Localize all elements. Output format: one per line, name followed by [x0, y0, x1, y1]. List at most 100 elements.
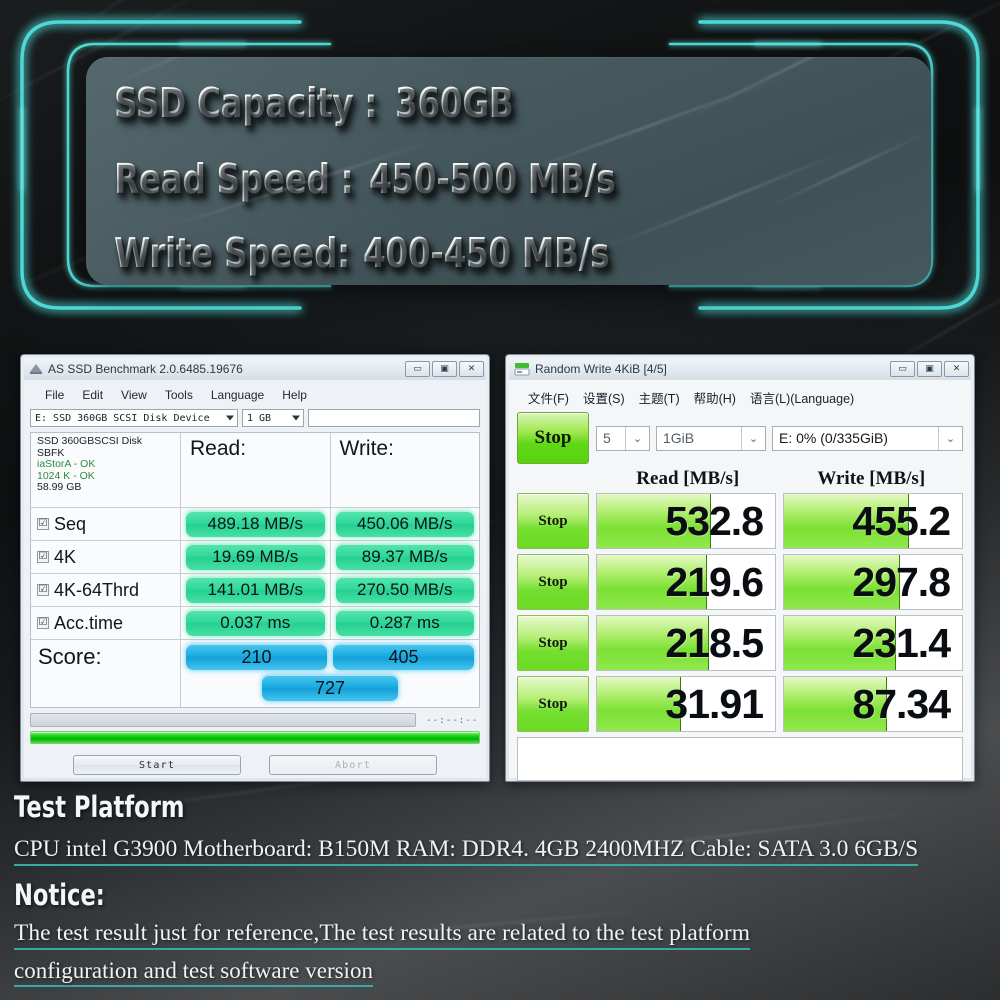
chevron-down-icon — [292, 415, 300, 421]
stop-button-4k-qd32[interactable]: Stop — [517, 615, 589, 671]
column-header-write: Write: — [339, 437, 394, 460]
cdm-titlebar[interactable]: Random Write 4KiB [4/5] ▭ ▣ ✕ — [509, 358, 971, 380]
table-row: Stop 31.91 87.34 — [517, 676, 963, 732]
column-header-read: Read: — [190, 437, 247, 460]
crystaldiskmark-app-icon — [514, 363, 530, 376]
stop-button-seq[interactable]: Stop — [517, 493, 589, 549]
cdm-comment-field[interactable] — [517, 737, 963, 781]
close-icon[interactable]: ✕ — [459, 361, 484, 377]
value-4k64thrd-read: 141.01 MB/s — [186, 577, 325, 603]
as-ssd-menubar[interactable]: File Edit View Tools Language Help — [30, 384, 480, 407]
cdm-write-512k: 297.8 — [783, 554, 963, 610]
test-size-select[interactable]: 1GiB ⌄ — [656, 425, 766, 451]
table-row: ☑ Acc.time 0.037 ms 0.287 ms — [31, 607, 479, 640]
stop-button-4k[interactable]: Stop — [517, 676, 589, 732]
notice-line-1: The test result just for reference,The t… — [14, 920, 751, 950]
row-checkbox-4k[interactable]: ☑ — [37, 551, 49, 563]
table-row: ☑ 4K 19.69 MB/s 89.37 MB/s — [31, 541, 479, 574]
progress-bar-main — [30, 731, 480, 744]
drive-select-value: E: SSD 360GB SCSI Disk Device — [35, 412, 210, 424]
menu-help-zh[interactable]: 帮助(H) — [687, 387, 743, 408]
cdm-menubar[interactable]: 文件(F) 设置(S) 主题(T) 帮助(H) 语言(L)(Language) — [517, 385, 963, 412]
test-platform-title: Test Platform — [14, 790, 185, 824]
cdm-write-4k: 87.34 — [783, 676, 963, 732]
abort-button[interactable]: Abort — [269, 755, 437, 775]
test-size-value: 1 GB — [247, 412, 272, 424]
value-4k64thrd-write: 270.50 MB/s — [335, 577, 474, 603]
status-field — [308, 409, 480, 427]
menu-file[interactable]: File — [36, 387, 73, 403]
spec-label-write-speed: Write Speed: — [114, 229, 350, 277]
footer-info: Test Platform CPU intel G3900 Motherboar… — [0, 786, 1000, 1000]
score-total: 727 — [262, 675, 398, 701]
drive-select[interactable]: E: SSD 360GB SCSI Disk Device — [30, 409, 238, 427]
as-ssd-titlebar[interactable]: AS SSD Benchmark 2.0.6485.19676 ▭ ▣ ✕ — [24, 358, 486, 380]
menu-file-zh[interactable]: 文件(F) — [521, 387, 576, 408]
score-write: 405 — [333, 644, 474, 670]
cdm-write-4k-qd32-value: 231.4 — [852, 619, 951, 666]
row-label-acctime: Acc.time — [54, 612, 124, 633]
maximize-icon[interactable]: ▣ — [432, 361, 457, 377]
cdm-read-seq-value: 532.8 — [665, 497, 764, 544]
table-row: Stop 219.6 297.8 — [517, 554, 963, 610]
cdm-column-header-write: Write [MB/s] — [817, 468, 926, 489]
cdm-read-seq: 532.8 — [596, 493, 776, 549]
cdm-read-4k-qd32-value: 218.5 — [665, 619, 764, 666]
as-ssd-title: AS SSD Benchmark 2.0.6485.19676 — [48, 362, 243, 376]
notice-title: Notice: — [14, 878, 105, 912]
test-platform-details: CPU intel G3900 Motherboard: B150M RAM: … — [14, 836, 919, 866]
row-checkbox-acctime[interactable]: ☑ — [37, 617, 49, 629]
menu-language-zh[interactable]: 语言(L)(Language) — [743, 387, 861, 408]
value-4k-write: 89.37 MB/s — [335, 544, 474, 570]
table-row: ☑ Seq 489.18 MB/s 450.06 MB/s — [31, 508, 479, 541]
crystaldiskmark-window[interactable]: Random Write 4KiB [4/5] ▭ ▣ ✕ 文件(F) 设置(S… — [505, 354, 975, 782]
stop-all-button[interactable]: Stop — [517, 412, 589, 464]
menu-tools[interactable]: Tools — [156, 387, 202, 403]
run-count-select[interactable]: 5 ⌄ — [596, 425, 650, 451]
spec-label-capacity: SSD Capacity : — [114, 79, 377, 127]
value-acctime-write: 0.287 ms — [335, 610, 474, 636]
drive-select-value: E: 0% (0/335GiB) — [779, 430, 888, 446]
cdm-write-4k-value: 87.34 — [852, 680, 951, 727]
cdm-column-header-read: Read [MB/s] — [636, 468, 740, 489]
row-label-4k: 4K — [54, 546, 77, 567]
spec-value-read-speed: 450-500 MB/s — [369, 155, 616, 203]
spec-value-capacity: 360GB — [394, 79, 514, 127]
menu-language[interactable]: Language — [202, 387, 273, 403]
menu-settings-zh[interactable]: 设置(S) — [576, 387, 632, 408]
menu-theme-zh[interactable]: 主题(T) — [632, 387, 687, 408]
table-row: Stop 218.5 231.4 — [517, 615, 963, 671]
menu-edit[interactable]: Edit — [73, 387, 112, 403]
minimize-icon[interactable]: ▭ — [405, 361, 430, 377]
cdm-write-seq-value: 455.2 — [852, 497, 951, 544]
stop-button-512k[interactable]: Stop — [517, 554, 589, 610]
cdm-read-4k-qd32: 218.5 — [596, 615, 776, 671]
test-size-select[interactable]: 1 GB — [242, 409, 304, 427]
minimize-icon[interactable]: ▭ — [890, 361, 915, 377]
disk-info-cell: SSD 360GBSCSI Disk SBFK iaStorA - OK 102… — [31, 433, 181, 507]
test-size-value: 1GiB — [663, 430, 695, 446]
menu-view[interactable]: View — [112, 387, 156, 403]
chevron-down-icon: ⌄ — [741, 426, 765, 450]
close-icon[interactable]: ✕ — [944, 361, 969, 377]
row-checkbox-4k64thrd[interactable]: ☑ — [37, 584, 49, 596]
cdm-read-512k: 219.6 — [596, 554, 776, 610]
drive-select[interactable]: E: 0% (0/335GiB) ⌄ — [772, 425, 963, 451]
value-seq-read: 489.18 MB/s — [186, 511, 325, 537]
as-ssd-app-icon — [30, 364, 42, 374]
maximize-icon[interactable]: ▣ — [917, 361, 942, 377]
score-row: Score: 210 405 727 — [31, 640, 479, 707]
run-count-value: 5 — [603, 430, 611, 446]
as-ssd-benchmark-window[interactable]: AS SSD Benchmark 2.0.6485.19676 ▭ ▣ ✕ Fi… — [20, 354, 490, 782]
value-acctime-read: 0.037 ms — [186, 610, 325, 636]
disk-info-size: 58.99 GB — [37, 481, 82, 494]
disk-info-model: SSD 360GBSCSI Disk — [37, 435, 143, 447]
chevron-down-icon: ⌄ — [625, 426, 649, 450]
chevron-down-icon — [226, 415, 234, 421]
as-ssd-window-controls[interactable]: ▭ ▣ ✕ — [405, 361, 484, 377]
menu-help[interactable]: Help — [273, 387, 316, 403]
start-button[interactable]: Start — [73, 755, 241, 775]
row-checkbox-seq[interactable]: ☑ — [37, 518, 49, 530]
cdm-write-512k-value: 297.8 — [852, 558, 951, 605]
cdm-window-controls[interactable]: ▭ ▣ ✕ — [890, 361, 969, 377]
